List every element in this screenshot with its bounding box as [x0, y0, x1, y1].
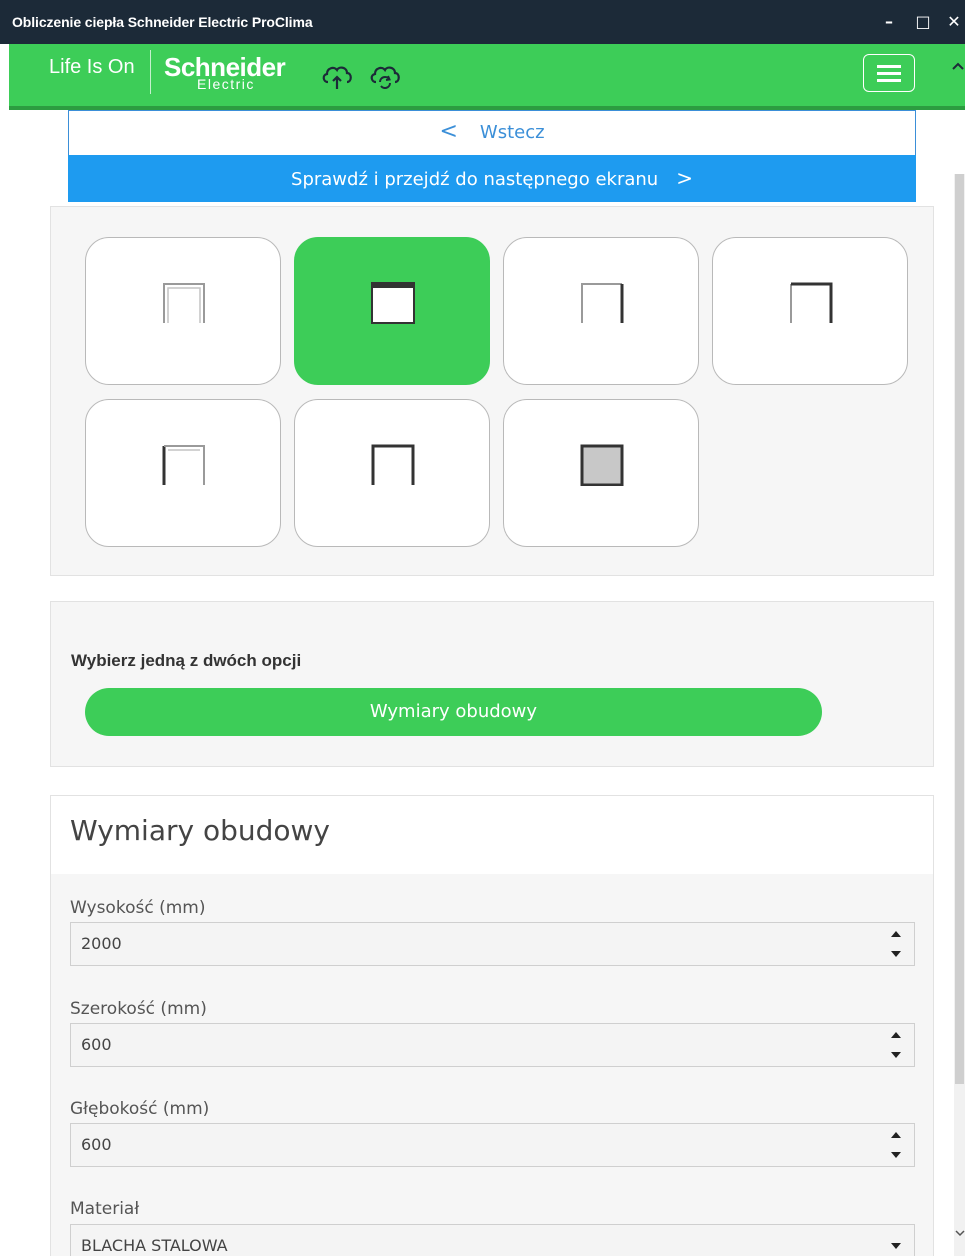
chevron-left-icon: < — [439, 119, 458, 144]
depth-increment-icon[interactable] — [891, 1132, 901, 1138]
width-decrement-icon[interactable] — [891, 1052, 901, 1058]
enclosure-type-tile-4[interactable] — [712, 237, 908, 385]
material-value: BLACHA STALOWA — [81, 1236, 228, 1255]
check-and-next-button[interactable]: Sprawdź i przejdź do następnego ekranu > — [68, 155, 916, 202]
app-header: Life Is On Schneider Electric — [9, 44, 965, 110]
back-button[interactable]: < Wstecz — [68, 110, 916, 156]
minimize-button[interactable]: – — [878, 10, 900, 34]
enclosure-row-end-icon — [790, 282, 833, 323]
option-prompt: Wybierz jedną z dwóch opcji — [71, 651, 302, 670]
close-button[interactable]: ✕ — [943, 10, 965, 34]
cloud-sync-icon[interactable] — [367, 58, 403, 94]
life-is-on-logo: Life Is On — [49, 56, 135, 78]
dimensions-panel-header: Wymiary obudowy — [51, 796, 933, 874]
enclosure-type-tile-7[interactable] — [503, 399, 699, 547]
width-label: Szerokość (mm) — [70, 999, 207, 1019]
height-increment-icon[interactable] — [891, 931, 901, 937]
height-label: Wysokość (mm) — [70, 898, 206, 918]
material-select[interactable]: BLACHA STALOWA — [70, 1224, 915, 1256]
enclosure-type-tile-1[interactable] — [85, 237, 281, 385]
enclosure-wall-right-icon — [581, 283, 624, 323]
depth-value: 600 — [81, 1135, 112, 1154]
enclosure-type-panel — [50, 206, 934, 576]
height-decrement-icon[interactable] — [891, 951, 901, 957]
window-title: Obliczenie ciepła Schneider Electric Pro… — [12, 14, 313, 30]
scroll-up-icon[interactable] — [951, 60, 965, 72]
app-window: Life Is On Schneider Electric < Wstecz S… — [9, 44, 965, 1256]
dimensions-panel: Wymiary obudowy Wysokość (mm) 2000 Szero… — [50, 795, 934, 1256]
enclosure-dimensions-option-button[interactable]: Wymiary obudowy — [85, 688, 822, 736]
cloud-upload-icon[interactable] — [319, 58, 355, 94]
enclosure-type-tile-2[interactable] — [294, 237, 490, 385]
scrollbar-thumb[interactable] — [955, 174, 964, 1084]
width-increment-icon[interactable] — [891, 1032, 901, 1038]
depth-decrement-icon[interactable] — [891, 1152, 901, 1158]
vertical-scrollbar[interactable] — [954, 174, 965, 1256]
material-label: Materiał — [70, 1199, 140, 1219]
enclosure-type-tile-5[interactable] — [85, 399, 281, 547]
enclosure-row-middle-icon — [371, 444, 415, 485]
enclosure-wall-left-icon — [162, 445, 205, 485]
enclosure-type-tile-3[interactable] — [503, 237, 699, 385]
height-value: 2000 — [81, 934, 122, 953]
brand-logo-bottom: Electric — [197, 76, 255, 92]
hamburger-menu-icon[interactable] — [863, 54, 915, 92]
header-divider — [150, 50, 151, 94]
dimensions-title: Wymiary obudowy — [70, 814, 330, 847]
enclosure-fully-enclosed-icon — [580, 444, 624, 486]
height-input[interactable]: 2000 — [70, 922, 915, 966]
back-button-label: Wstecz — [479, 122, 545, 143]
width-input[interactable]: 600 — [70, 1023, 915, 1067]
scroll-down-icon[interactable] — [955, 1228, 965, 1238]
depth-input[interactable]: 600 — [70, 1123, 915, 1167]
depth-label: Głębokość (mm) — [70, 1099, 210, 1119]
chevron-down-icon — [891, 1243, 901, 1249]
width-value: 600 — [81, 1035, 112, 1054]
enclosure-free-standing-icon — [163, 283, 205, 323]
option-panel: Wybierz jedną z dwóch opcji Wymiary obud… — [50, 601, 934, 767]
maximize-button[interactable]: □ — [912, 10, 934, 34]
chevron-right-icon: > — [676, 166, 693, 190]
window-titlebar: Obliczenie ciepła Schneider Electric Pro… — [0, 0, 965, 44]
next-button-label: Sprawdź i przejdź do następnego ekranu — [291, 169, 659, 190]
enclosure-closed-icon — [371, 282, 415, 324]
enclosure-type-tile-6[interactable] — [294, 399, 490, 547]
